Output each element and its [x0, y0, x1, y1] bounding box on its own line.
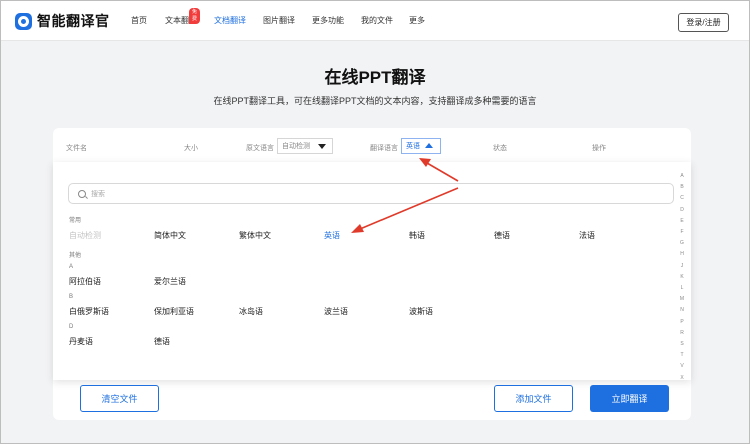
annotation-arrows — [351, 158, 459, 233]
annotation-arrow-to-english — [351, 187, 459, 233]
annotation-arrow-to-select — [419, 158, 459, 182]
